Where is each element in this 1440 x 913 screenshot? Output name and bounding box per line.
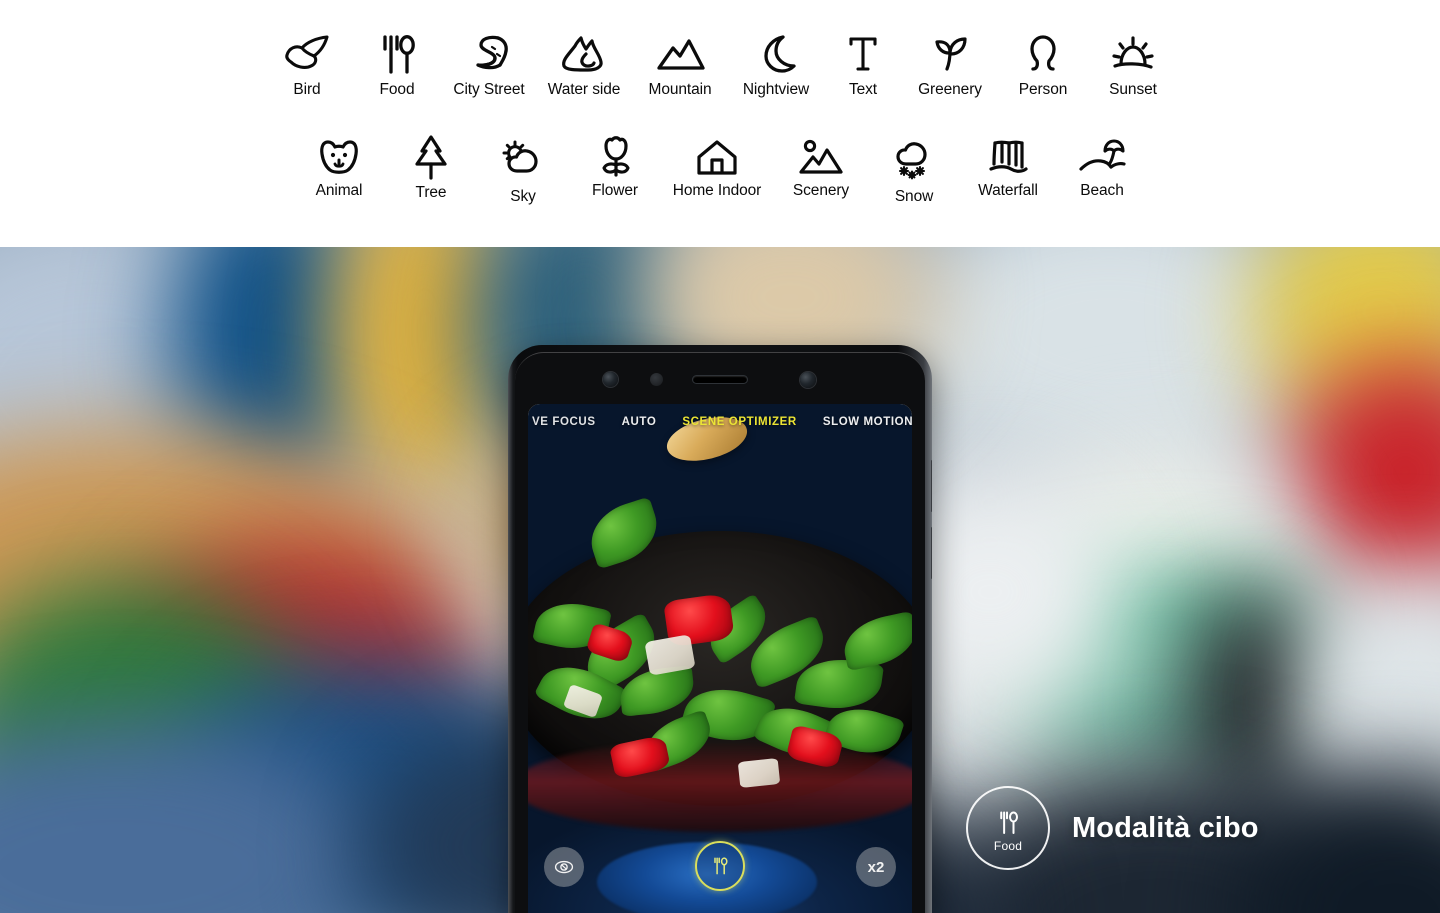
camera-viewfinder-photo (528, 404, 912, 913)
water-side-icon (555, 24, 613, 82)
house-icon (689, 131, 745, 183)
scene-item-scenery[interactable]: Scenery (773, 131, 869, 199)
mode-badge: Food Modalità cibo (966, 786, 1259, 870)
scene-item-nightview[interactable]: Nightview (728, 24, 824, 98)
scene-item-flower[interactable]: Flower (569, 131, 661, 199)
phone-sensor-bar (528, 363, 912, 395)
scene-label: Snow (894, 188, 934, 205)
snow-cloud-icon (887, 131, 941, 189)
scene-label: Person (1018, 81, 1068, 98)
waterfall-icon (982, 131, 1034, 183)
scene-label: Sky (510, 188, 536, 205)
person-head-icon (1017, 24, 1069, 82)
dog-face-icon (312, 131, 366, 183)
scene-label: Food (379, 81, 415, 98)
scene-item-text[interactable]: Text (824, 24, 902, 98)
scene-label: Tree (415, 184, 447, 201)
sunset-icon (1105, 24, 1161, 82)
scene-label: Greenery (918, 81, 982, 98)
bird-icon (279, 24, 335, 82)
camera-mode-strip[interactable]: VE FOCUS AUTO SCENE OPTIMIZER SLOW MOTIO… (528, 416, 912, 428)
camera-mode-live-focus[interactable]: VE FOCUS (532, 416, 596, 428)
beach-umbrella-icon (1075, 131, 1129, 183)
effects-eye-button[interactable] (544, 847, 584, 887)
food-fork-spoon-icon (372, 24, 422, 82)
eye-icon (554, 860, 574, 874)
camera-bottom-controls: x2 (528, 841, 912, 891)
mode-badge-title: Modalità cibo (1072, 811, 1259, 844)
crescent-moon-icon (750, 24, 802, 82)
food-mode-badge-circle: Food (966, 786, 1050, 870)
scene-list-panel: Bird Food City Street Water side Mountai… (0, 0, 1440, 247)
text-t-icon (840, 24, 886, 82)
scene-item-bird[interactable]: Bird (262, 24, 352, 98)
scene-label: Animal (315, 182, 363, 199)
scene-optimizer-food-button[interactable] (695, 841, 745, 891)
scene-item-city-street[interactable]: City Street (442, 24, 536, 98)
scene-label: Text (848, 81, 878, 98)
scene-label: Nightview (742, 81, 810, 98)
page-root: VE FOCUS AUTO SCENE OPTIMIZER SLOW MOTIO… (0, 0, 1440, 913)
scene-label: Sunset (1109, 81, 1157, 98)
scene-label: Scenery (792, 182, 850, 199)
scene-row-first: Bird Food City Street Water side Mountai… (0, 24, 1440, 98)
sun-cloud-icon (495, 131, 551, 189)
scene-item-greenery[interactable]: Greenery (902, 24, 998, 98)
scene-item-water-side[interactable]: Water side (536, 24, 632, 98)
scene-item-person[interactable]: Person (998, 24, 1088, 98)
scene-item-food[interactable]: Food (352, 24, 442, 98)
city-street-icon (462, 24, 516, 82)
tulip-flower-icon (589, 131, 641, 183)
landscape-photo-icon (793, 131, 849, 183)
scene-label: Mountain (648, 81, 712, 98)
volume-down-button[interactable] (931, 527, 932, 579)
camera-mode-scene-optimizer[interactable]: SCENE OPTIMIZER (682, 416, 796, 428)
scene-item-mountain[interactable]: Mountain (632, 24, 728, 98)
proximity-sensor-icon (650, 373, 663, 386)
scene-item-waterfall[interactable]: Waterfall (959, 131, 1057, 199)
earpiece-speaker-icon (693, 376, 747, 383)
scene-row-second: Animal Tree Sky Flower Home Indoor Scene… (0, 131, 1440, 205)
scene-label: Home Indoor (672, 182, 762, 199)
leaf-sprout-icon (923, 24, 977, 82)
scene-item-animal[interactable]: Animal (293, 131, 385, 199)
food-fork-spoon-icon (714, 857, 728, 875)
front-camera-icon (603, 372, 618, 387)
scene-label: Waterfall (978, 182, 1038, 199)
scene-item-home-indoor[interactable]: Home Indoor (661, 131, 773, 199)
volume-up-button[interactable] (931, 460, 932, 512)
camera-mode-auto[interactable]: AUTO (622, 416, 657, 428)
scene-item-sunset[interactable]: Sunset (1088, 24, 1178, 98)
scene-label: Flower (592, 182, 638, 199)
scene-label: Bird (293, 81, 321, 98)
phone-device: VE FOCUS AUTO SCENE OPTIMIZER SLOW MOTIO… (508, 345, 932, 913)
scene-label: Water side (547, 81, 621, 98)
zoom-x2-button[interactable]: x2 (856, 847, 896, 887)
scene-item-beach[interactable]: Beach (1057, 131, 1147, 199)
phone-body: VE FOCUS AUTO SCENE OPTIMIZER SLOW MOTIO… (508, 345, 932, 913)
scene-label: Beach (1080, 182, 1124, 199)
food-fork-spoon-icon (1000, 811, 1018, 834)
scene-label: City Street (453, 81, 525, 98)
scene-item-tree[interactable]: Tree (385, 131, 477, 201)
scene-item-sky[interactable]: Sky (477, 131, 569, 205)
mountain-icon (651, 24, 709, 82)
scene-item-snow[interactable]: Snow (869, 131, 959, 205)
food-badge-label: Food (993, 839, 1023, 853)
camera-mode-slow-motion[interactable]: SLOW MOTION (823, 416, 912, 428)
pine-tree-icon (407, 131, 455, 185)
front-camera-secondary-icon (800, 372, 816, 388)
phone-screen: VE FOCUS AUTO SCENE OPTIMIZER SLOW MOTIO… (528, 404, 912, 913)
